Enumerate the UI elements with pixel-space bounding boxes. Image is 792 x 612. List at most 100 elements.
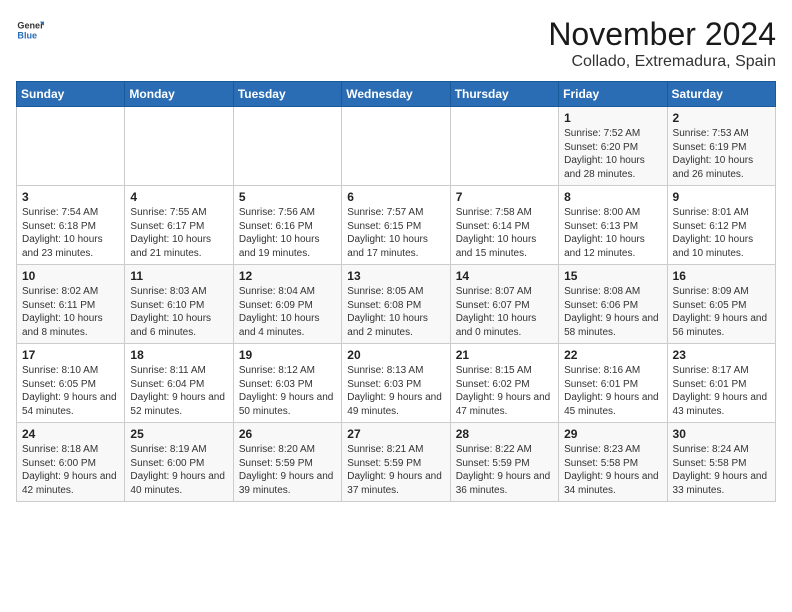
day-number: 8	[564, 190, 661, 204]
day-detail: Sunrise: 8:08 AMSunset: 6:06 PMDaylight:…	[564, 285, 661, 339]
calendar-day-cell	[125, 107, 233, 186]
calendar-day-cell: 5 Sunrise: 7:56 AMSunset: 6:16 PMDaylight…	[233, 186, 341, 265]
calendar-day-cell: 16Sunrise: 8:09 AMSunset: 6:05 PMDayligh…	[667, 265, 775, 344]
day-number: 2	[673, 111, 770, 125]
day-number: 25	[130, 427, 227, 441]
day-number: 14	[456, 269, 553, 283]
day-number: 10	[22, 269, 119, 283]
calendar-day-cell	[342, 107, 450, 186]
calendar-day-cell	[450, 107, 558, 186]
location: Collado, Extremadura, Spain	[548, 53, 776, 71]
logo: General Blue	[16, 16, 44, 44]
day-detail: Sunrise: 7:57 AMSunset: 6:15 PMDaylight:…	[347, 206, 444, 260]
calendar-day-cell: 24Sunrise: 8:18 AMSunset: 6:00 PMDayligh…	[17, 423, 125, 502]
calendar-day-cell	[233, 107, 341, 186]
calendar-day-cell: 17 Sunrise: 8:10 AMSunset: 6:05 PMDayligh…	[17, 344, 125, 423]
calendar-day-cell: 14 Sunrise: 8:07 AMSunset: 6:07 PMDayligh…	[450, 265, 558, 344]
day-detail: Sunrise: 8:10 AMSunset: 6:05 PMDaylight:…	[22, 364, 119, 418]
page-header: General Blue November 2024 Collado, Extr…	[16, 16, 776, 71]
day-number: 13	[347, 269, 444, 283]
day-number: 21	[456, 348, 553, 362]
day-number: 20	[347, 348, 444, 362]
day-detail: Sunrise: 8:13 AMSunset: 6:03 PMDaylight:…	[347, 364, 444, 418]
day-detail: Sunrise: 7:56 AMSunset: 6:16 PMDaylight:…	[239, 206, 336, 260]
calendar: SundayMondayTuesdayWednesdayThursdayFrid…	[16, 81, 776, 502]
calendar-day-cell: 9 Sunrise: 8:01 AMSunset: 6:12 PMDaylight…	[667, 186, 775, 265]
calendar-day-cell: 20 Sunrise: 8:13 AMSunset: 6:03 PMDayligh…	[342, 344, 450, 423]
day-detail: Sunrise: 8:17 AMSunset: 6:01 PMDaylight:…	[673, 364, 770, 418]
day-number: 3	[22, 190, 119, 204]
day-number: 17	[22, 348, 119, 362]
day-number: 1	[564, 111, 661, 125]
day-detail: Sunrise: 8:23 AMSunset: 5:58 PMDaylight:…	[564, 443, 661, 497]
day-detail: Sunrise: 8:01 AMSunset: 6:12 PMDaylight:…	[673, 206, 770, 260]
calendar-day-cell: 27Sunrise: 8:21 AMSunset: 5:59 PMDayligh…	[342, 423, 450, 502]
calendar-week-row: 3 Sunrise: 7:54 AMSunset: 6:18 PMDaylight…	[17, 186, 776, 265]
day-detail: Sunrise: 8:00 AMSunset: 6:13 PMDaylight:…	[564, 206, 661, 260]
weekday-header-cell: Sunday	[17, 82, 125, 107]
day-number: 19	[239, 348, 336, 362]
calendar-week-row: 10 Sunrise: 8:02 AMSunset: 6:11 PMDayligh…	[17, 265, 776, 344]
calendar-day-cell: 28 Sunrise: 8:22 AMSunset: 5:59 PMDayligh…	[450, 423, 558, 502]
day-detail: Sunrise: 8:05 AMSunset: 6:08 PMDaylight:…	[347, 285, 444, 339]
logo-icon: General Blue	[16, 16, 44, 44]
calendar-day-cell: 8 Sunrise: 8:00 AMSunset: 6:13 PMDaylight…	[559, 186, 667, 265]
calendar-day-cell: 10 Sunrise: 8:02 AMSunset: 6:11 PMDayligh…	[17, 265, 125, 344]
day-number: 6	[347, 190, 444, 204]
day-detail: Sunrise: 8:09 AMSunset: 6:05 PMDaylight:…	[673, 285, 770, 339]
day-number: 29	[564, 427, 661, 441]
day-detail: Sunrise: 7:53 AMSunset: 6:19 PMDaylight:…	[673, 127, 770, 181]
calendar-day-cell	[17, 107, 125, 186]
day-detail: Sunrise: 8:22 AMSunset: 5:59 PMDaylight:…	[456, 443, 553, 497]
calendar-day-cell: 11 Sunrise: 8:03 AMSunset: 6:10 PMDayligh…	[125, 265, 233, 344]
day-detail: Sunrise: 8:07 AMSunset: 6:07 PMDaylight:…	[456, 285, 553, 339]
calendar-day-cell: 12 Sunrise: 8:04 AMSunset: 6:09 PMDayligh…	[233, 265, 341, 344]
title-block: November 2024 Collado, Extremadura, Spai…	[548, 16, 776, 71]
day-number: 7	[456, 190, 553, 204]
day-detail: Sunrise: 8:04 AMSunset: 6:09 PMDaylight:…	[239, 285, 336, 339]
weekday-header-row: SundayMondayTuesdayWednesdayThursdayFrid…	[17, 82, 776, 107]
day-detail: Sunrise: 8:03 AMSunset: 6:10 PMDaylight:…	[130, 285, 227, 339]
calendar-day-cell: 15 Sunrise: 8:08 AMSunset: 6:06 PMDayligh…	[559, 265, 667, 344]
day-number: 11	[130, 269, 227, 283]
weekday-header-cell: Tuesday	[233, 82, 341, 107]
day-number: 9	[673, 190, 770, 204]
calendar-week-row: 17 Sunrise: 8:10 AMSunset: 6:05 PMDayligh…	[17, 344, 776, 423]
svg-text:General: General	[17, 21, 44, 31]
day-detail: Sunrise: 7:52 AMSunset: 6:20 PMDaylight:…	[564, 127, 661, 181]
calendar-body: 1 Sunrise: 7:52 AMSunset: 6:20 PMDaylight…	[17, 107, 776, 502]
day-number: 18	[130, 348, 227, 362]
calendar-week-row: 24Sunrise: 8:18 AMSunset: 6:00 PMDayligh…	[17, 423, 776, 502]
day-number: 4	[130, 190, 227, 204]
calendar-day-cell: 26Sunrise: 8:20 AMSunset: 5:59 PMDayligh…	[233, 423, 341, 502]
month-title: November 2024	[548, 16, 776, 53]
day-number: 5	[239, 190, 336, 204]
day-detail: Sunrise: 8:11 AMSunset: 6:04 PMDaylight:…	[130, 364, 227, 418]
day-number: 12	[239, 269, 336, 283]
day-number: 22	[564, 348, 661, 362]
day-detail: Sunrise: 8:19 AMSunset: 6:00 PMDaylight:…	[130, 443, 227, 497]
day-detail: Sunrise: 8:16 AMSunset: 6:01 PMDaylight:…	[564, 364, 661, 418]
weekday-header-cell: Thursday	[450, 82, 558, 107]
calendar-day-cell: 4Sunrise: 7:55 AMSunset: 6:17 PMDaylight…	[125, 186, 233, 265]
day-detail: Sunrise: 7:54 AMSunset: 6:18 PMDaylight:…	[22, 206, 119, 260]
weekday-header-cell: Monday	[125, 82, 233, 107]
weekday-header-cell: Wednesday	[342, 82, 450, 107]
day-detail: Sunrise: 8:12 AMSunset: 6:03 PMDaylight:…	[239, 364, 336, 418]
calendar-day-cell: 19 Sunrise: 8:12 AMSunset: 6:03 PMDayligh…	[233, 344, 341, 423]
svg-text:Blue: Blue	[17, 30, 37, 40]
day-detail: Sunrise: 8:24 AMSunset: 5:58 PMDaylight:…	[673, 443, 770, 497]
calendar-day-cell: 23Sunrise: 8:17 AMSunset: 6:01 PMDayligh…	[667, 344, 775, 423]
day-number: 27	[347, 427, 444, 441]
day-number: 28	[456, 427, 553, 441]
calendar-day-cell: 13 Sunrise: 8:05 AMSunset: 6:08 PMDayligh…	[342, 265, 450, 344]
calendar-day-cell: 18 Sunrise: 8:11 AMSunset: 6:04 PMDayligh…	[125, 344, 233, 423]
day-number: 15	[564, 269, 661, 283]
day-number: 24	[22, 427, 119, 441]
calendar-day-cell: 1 Sunrise: 7:52 AMSunset: 6:20 PMDaylight…	[559, 107, 667, 186]
day-detail: Sunrise: 8:15 AMSunset: 6:02 PMDaylight:…	[456, 364, 553, 418]
calendar-day-cell: 3 Sunrise: 7:54 AMSunset: 6:18 PMDaylight…	[17, 186, 125, 265]
calendar-day-cell: 2 Sunrise: 7:53 AMSunset: 6:19 PMDaylight…	[667, 107, 775, 186]
weekday-header-cell: Saturday	[667, 82, 775, 107]
day-detail: Sunrise: 8:02 AMSunset: 6:11 PMDaylight:…	[22, 285, 119, 339]
